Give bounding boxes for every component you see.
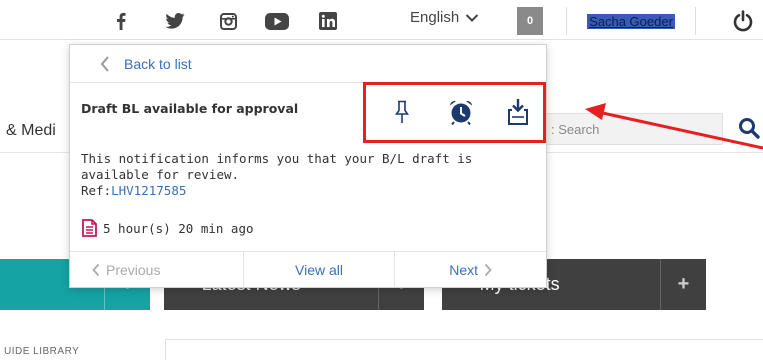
search-icon[interactable] <box>738 117 760 139</box>
brand-text-fragment: & Medi <box>6 122 56 139</box>
content-panel <box>165 339 763 360</box>
search-placeholder: : Search <box>551 122 600 137</box>
youtube-icon[interactable] <box>264 11 290 31</box>
instagram-icon[interactable] <box>218 11 238 31</box>
chevron-right-icon <box>484 263 492 276</box>
notification-time: 5 hour(s) 20 min ago <box>82 219 254 237</box>
reference-prefix: Ref: <box>81 183 112 198</box>
notification-actions <box>363 83 545 142</box>
time-ago: 5 hour(s) 20 min ago <box>103 220 254 236</box>
back-to-list-label: Back to list <box>124 55 192 72</box>
chevron-left-icon <box>100 56 109 72</box>
power-icon[interactable] <box>730 8 756 34</box>
notification-popup: Back to list Draft BL available for appr… <box>69 44 547 288</box>
next-button[interactable]: Next <box>394 252 546 287</box>
view-all-label: View all <box>295 261 343 278</box>
language-selector[interactable]: English <box>410 9 479 26</box>
pin-icon[interactable] <box>388 96 416 128</box>
language-label: English <box>410 9 460 26</box>
notification-title: Draft BL available for approval <box>81 101 299 116</box>
next-label: Next <box>449 261 479 278</box>
notification-message: This notification informs you that your … <box>81 151 473 182</box>
previous-button[interactable]: Previous <box>70 252 243 287</box>
reference-line: Ref:LHV1217585 <box>81 183 186 198</box>
linkedin-icon[interactable] <box>318 11 338 31</box>
chevron-left-icon <box>92 263 100 276</box>
back-to-list-link[interactable]: Back to list <box>70 45 546 83</box>
notification-count-badge[interactable]: 0 <box>517 7 543 35</box>
library-section-label: UIDE LIBRARY <box>4 346 80 357</box>
chevron-down-icon <box>465 13 479 22</box>
facebook-icon[interactable] <box>114 11 128 31</box>
user-name: Sacha Goeder <box>587 13 675 29</box>
twitter-icon[interactable] <box>163 11 187 31</box>
notification-nav: Previous View all Next <box>70 251 546 287</box>
add-ticket-button[interactable]: + <box>660 259 706 310</box>
user-menu[interactable]: Sacha Goeder <box>566 7 696 35</box>
alarm-clock-icon[interactable] <box>447 96 475 128</box>
previous-label: Previous <box>106 261 161 278</box>
download-tray-icon[interactable] <box>504 96 532 128</box>
document-icon <box>82 219 97 237</box>
reference-link[interactable]: LHV1217585 <box>111 183 186 198</box>
top-bar: English 0 Sacha Goeder <box>0 0 763 40</box>
view-all-button[interactable]: View all <box>242 252 395 287</box>
